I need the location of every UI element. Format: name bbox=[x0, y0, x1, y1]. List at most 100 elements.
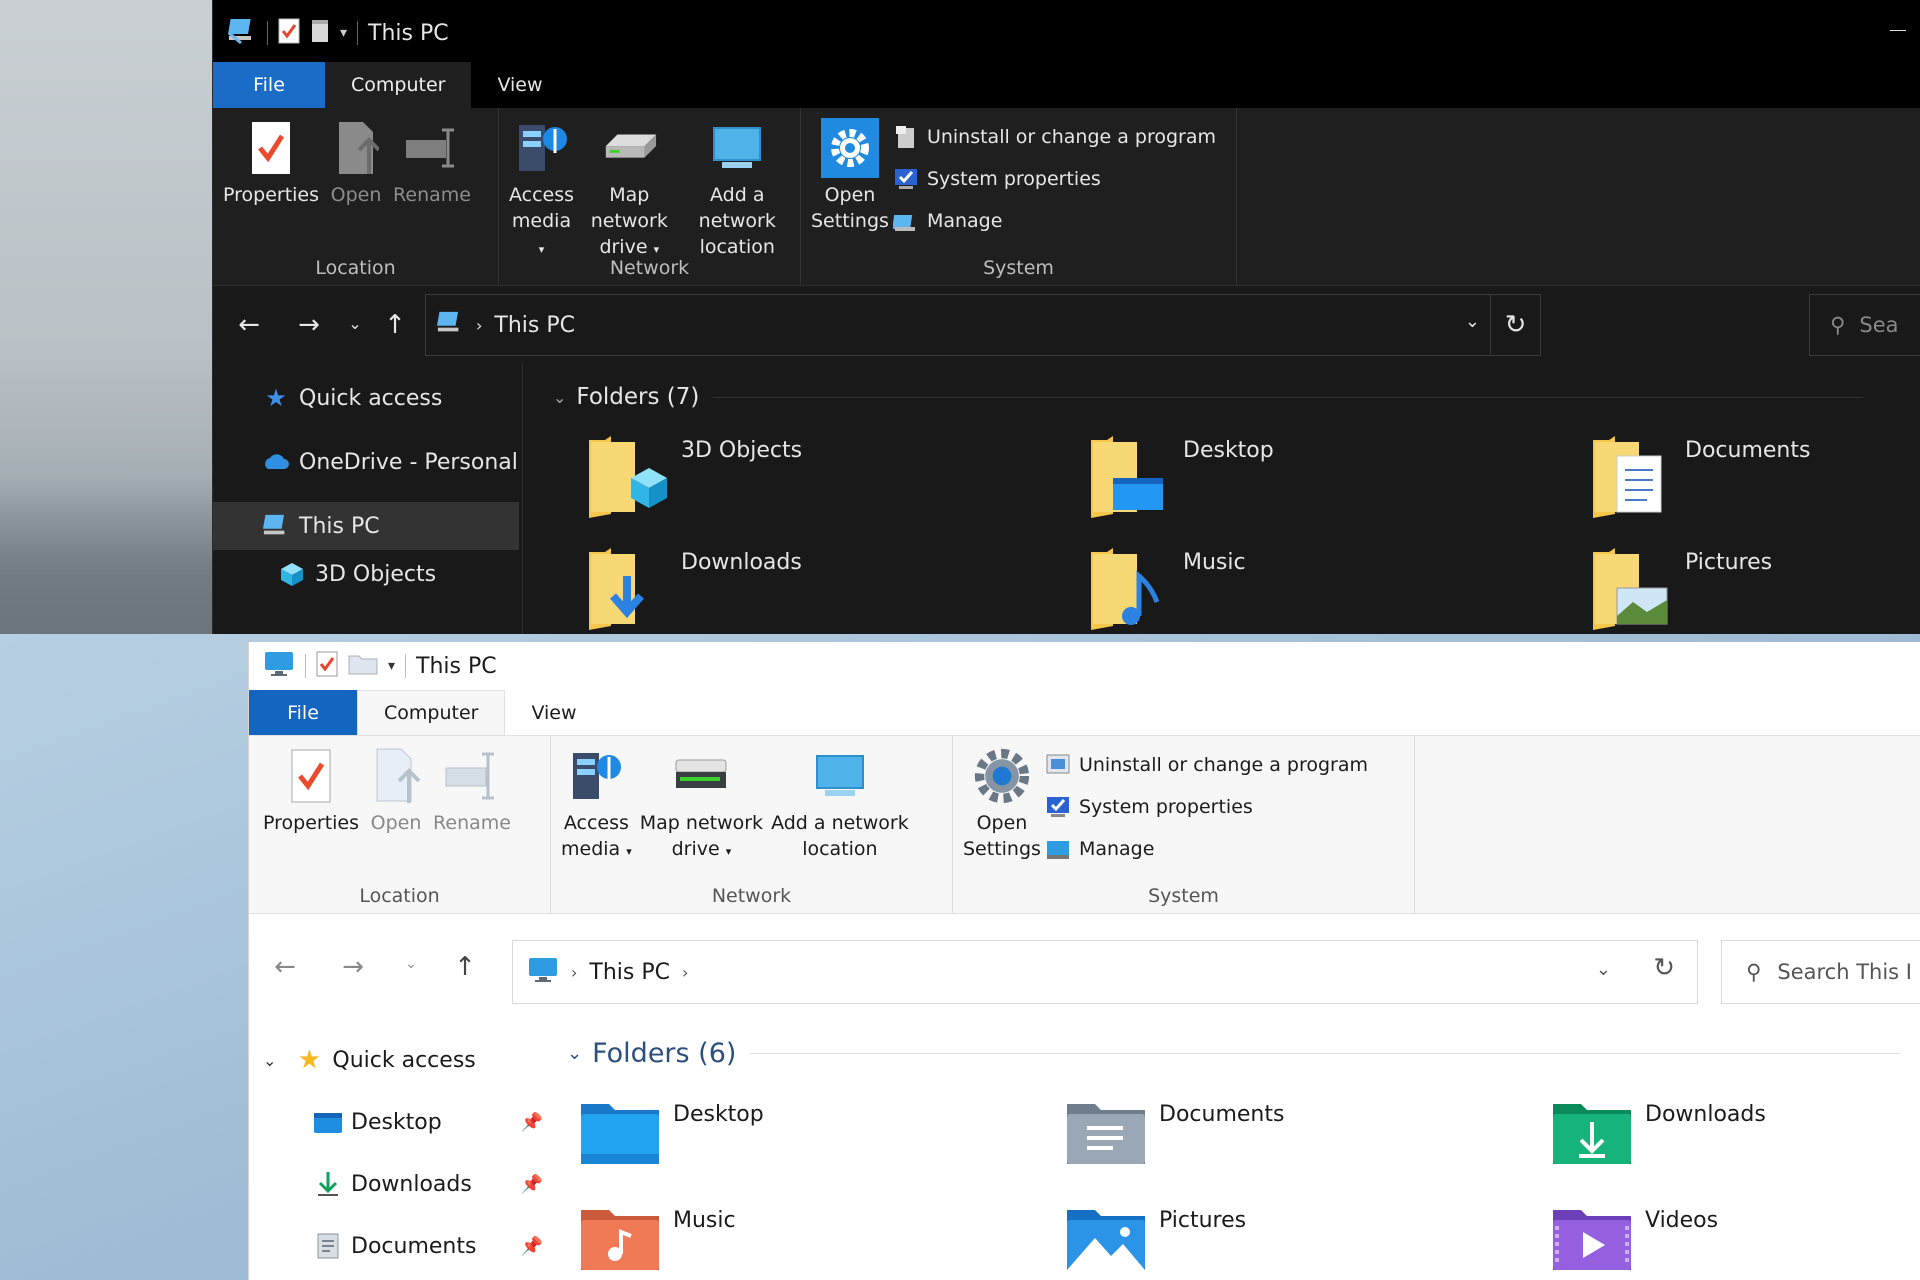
new-folder-qat-icon[interactable] bbox=[310, 19, 330, 47]
group-label-network: Network bbox=[711, 885, 792, 907]
folder-label: Documents bbox=[1159, 1102, 1285, 1127]
separator bbox=[305, 654, 306, 678]
breadcrumb-this-pc[interactable]: This PC bbox=[494, 313, 575, 338]
map-network-drive-label: Map network drive ▾ bbox=[639, 812, 764, 860]
nav-item-onedrive[interactable]: OneDrive - Personal bbox=[213, 438, 522, 486]
pin-icon[interactable]: 📌 bbox=[521, 1112, 543, 1133]
minimize-button[interactable] bbox=[1860, 14, 1920, 44]
settings-gear-icon bbox=[973, 746, 1031, 806]
refresh-icon[interactable]: ↻ bbox=[1653, 953, 1675, 983]
up-arrow-icon[interactable]: ↑ bbox=[449, 952, 481, 982]
folder-music-icon bbox=[579, 1204, 661, 1280]
nav-item-downloads[interactable]: Downloads 📌 bbox=[249, 1160, 549, 1208]
collapse-chevron-icon: ⌄ bbox=[567, 1043, 583, 1064]
nav-item-this-pc[interactable]: This PC bbox=[213, 502, 519, 550]
nav-label: Quick access bbox=[332, 1047, 476, 1073]
folder-documents[interactable]: Documents bbox=[1065, 1098, 1284, 1184]
nav-label: 3D Objects bbox=[315, 561, 437, 587]
address-history-chevron-down-icon[interactable]: ⌄ bbox=[1465, 311, 1480, 332]
search-box[interactable]: ⚲ Sea bbox=[1809, 294, 1920, 356]
desktop-folder-icon bbox=[313, 1107, 343, 1137]
breadcrumb-chevron-icon[interactable]: › bbox=[476, 316, 482, 335]
folder-pictures[interactable]: Pictures bbox=[1591, 546, 1772, 632]
manage-button[interactable]: Manage bbox=[1045, 832, 1368, 866]
folder-label: Music bbox=[673, 1208, 736, 1233]
nav-label: Quick access bbox=[299, 385, 443, 411]
separator bbox=[357, 21, 359, 45]
system-properties-button[interactable]: System properties bbox=[893, 162, 1216, 196]
refresh-icon[interactable]: ↻ bbox=[1490, 295, 1540, 355]
pin-icon[interactable]: 📌 bbox=[521, 1236, 543, 1257]
properties-qat-icon[interactable] bbox=[278, 18, 300, 48]
address-bar[interactable]: › This PC ⌄ ↻ bbox=[425, 294, 1541, 356]
back-arrow-icon[interactable]: ← bbox=[267, 952, 303, 982]
this-pc-icon bbox=[436, 310, 464, 340]
folder-downloads[interactable]: Downloads bbox=[1551, 1098, 1766, 1184]
breadcrumb-chevron-icon[interactable]: › bbox=[571, 963, 577, 982]
customize-qat-chevron-down-icon[interactable]: ▾ bbox=[388, 658, 395, 674]
tab-computer[interactable]: Computer bbox=[357, 690, 506, 735]
folder-desktop-icon bbox=[1089, 434, 1171, 520]
ribbon-group-network: Access media ▾ Map network drive ▾ Add a n… bbox=[551, 736, 953, 913]
folder-documents[interactable]: Documents bbox=[1591, 434, 1810, 520]
open-icon bbox=[327, 118, 385, 178]
folder-videos[interactable]: Videos bbox=[1551, 1204, 1718, 1280]
folder-downloads[interactable]: Downloads bbox=[587, 546, 802, 632]
folder-music[interactable]: Music bbox=[579, 1204, 736, 1280]
nav-item-documents[interactable]: Documents 📌 bbox=[249, 1222, 549, 1270]
tab-file[interactable]: File bbox=[213, 62, 325, 108]
section-divider bbox=[713, 396, 1864, 398]
nav-item-quick-access[interactable]: ★ Quick access bbox=[213, 374, 522, 422]
new-folder-qat-icon[interactable] bbox=[348, 653, 378, 679]
uninstall-program-button[interactable]: Uninstall or change a program bbox=[893, 120, 1216, 154]
network-drive-icon bbox=[600, 118, 658, 178]
group-label-location: Location bbox=[315, 257, 396, 279]
nav-item-3d-objects[interactable]: 3D Objects bbox=[213, 550, 522, 598]
open-icon bbox=[367, 746, 425, 806]
window-title: This PC bbox=[368, 20, 449, 46]
explorer-window-dark: ▾ This PC File Computer View Properties … bbox=[212, 0, 1920, 634]
breadcrumb-this-pc[interactable]: This PC bbox=[589, 960, 670, 985]
forward-arrow-icon[interactable]: → bbox=[291, 310, 327, 340]
properties-qat-icon[interactable] bbox=[316, 651, 338, 681]
recent-locations-chevron-down-icon[interactable]: ⌄ bbox=[399, 956, 423, 972]
customize-qat-chevron-down-icon[interactable]: ▾ bbox=[340, 25, 347, 41]
folder-pictures[interactable]: Pictures bbox=[1065, 1204, 1246, 1280]
tab-view[interactable]: View bbox=[505, 690, 602, 735]
address-history-chevron-down-icon[interactable]: ⌄ bbox=[1596, 959, 1611, 980]
separator bbox=[267, 21, 268, 45]
recent-locations-chevron-down-icon[interactable]: ⌄ bbox=[343, 314, 367, 333]
folders-section-header[interactable]: ⌄ Folders (6) bbox=[567, 1038, 1901, 1069]
nav-item-desktop[interactable]: Desktop 📌 bbox=[249, 1098, 549, 1146]
manage-label: Manage bbox=[926, 210, 1003, 232]
tab-file[interactable]: File bbox=[249, 690, 357, 735]
pin-icon[interactable]: 📌 bbox=[521, 1174, 543, 1195]
uninstall-program-button[interactable]: Uninstall or change a program bbox=[1045, 748, 1368, 782]
folder-desktop[interactable]: Desktop bbox=[1089, 434, 1274, 520]
up-arrow-icon[interactable]: ↑ bbox=[379, 310, 411, 340]
manage-button[interactable]: Manage bbox=[892, 204, 1216, 238]
folder-music[interactable]: Music bbox=[1089, 546, 1246, 632]
quick-access-toolbar: ▾ bbox=[249, 650, 407, 682]
expand-chevron-down-icon[interactable]: ⌄ bbox=[263, 1051, 276, 1070]
document-icon bbox=[313, 1231, 343, 1261]
cloud-icon bbox=[261, 447, 291, 477]
folders-section-header[interactable]: ⌄ Folders (7) bbox=[553, 384, 1864, 410]
nav-item-quick-access[interactable]: ⌄ ★ Quick access bbox=[249, 1036, 549, 1084]
forward-arrow-icon[interactable]: → bbox=[335, 952, 371, 982]
folder-desktop[interactable]: Desktop bbox=[579, 1098, 764, 1184]
ribbon: Properties Open Rename Location Access me… bbox=[213, 108, 1920, 286]
search-box[interactable]: ⚲ Search This I bbox=[1721, 940, 1920, 1004]
tab-view[interactable]: View bbox=[471, 62, 568, 108]
back-arrow-icon[interactable]: ← bbox=[231, 310, 267, 340]
folder-label: Documents bbox=[1685, 438, 1811, 463]
address-bar[interactable]: › This PC › ⌄ ↻ bbox=[512, 940, 1698, 1004]
star-icon: ★ bbox=[297, 1045, 322, 1075]
collapse-chevron-icon: ⌄ bbox=[553, 387, 567, 407]
tab-computer[interactable]: Computer bbox=[325, 62, 472, 108]
breadcrumb-chevron-icon[interactable]: › bbox=[682, 963, 688, 982]
system-properties-button[interactable]: System properties bbox=[1045, 790, 1368, 824]
search-icon: ⚲ bbox=[1830, 313, 1846, 337]
folder-3d-objects[interactable]: 3D Objects bbox=[587, 434, 802, 520]
ribbon-group-location: Properties Open Rename Location bbox=[249, 736, 551, 913]
